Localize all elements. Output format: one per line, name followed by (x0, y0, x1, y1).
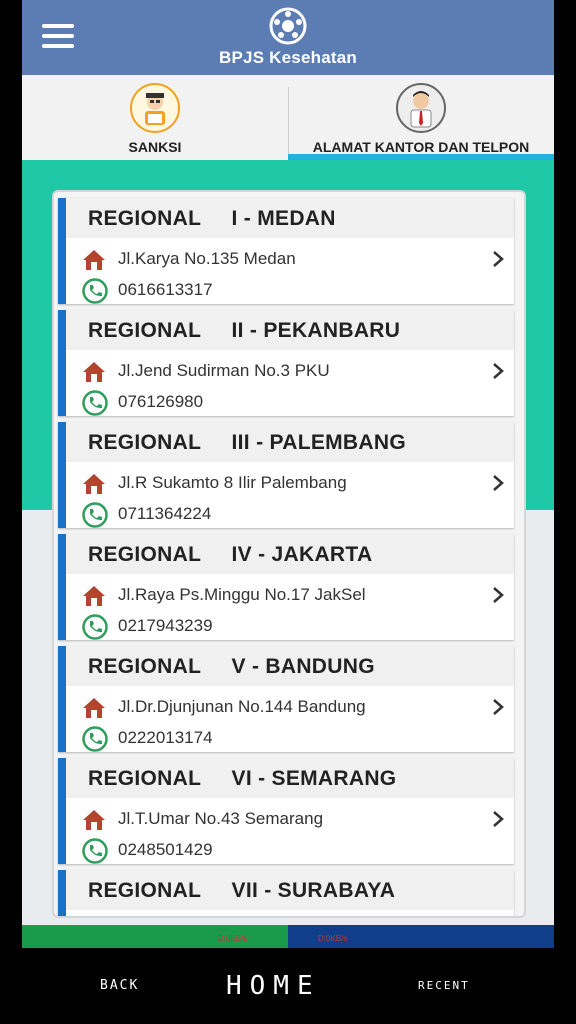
office-title: REGIONAL V - BANDUNG (88, 655, 375, 678)
sanksi-avatar-icon (130, 83, 180, 133)
phone-icon (82, 502, 108, 528)
chevron-right-icon[interactable] (492, 362, 504, 380)
home-button[interactable]: HOME (226, 948, 321, 1024)
card-accent-bar (58, 758, 66, 864)
house-icon (83, 250, 105, 270)
card-accent-bar (58, 534, 66, 640)
chevron-right-icon[interactable] (492, 698, 504, 716)
office-phone[interactable]: 0248501429 (118, 840, 213, 860)
office-address: Jl.Karya No.135 Medan (118, 249, 296, 268)
office-card-surabaya[interactable]: REGIONAL VII - SURABAYA (58, 870, 514, 916)
office-title: REGIONAL IV - JAKARTA (88, 543, 373, 566)
card-accent-bar (58, 646, 66, 752)
house-icon (83, 474, 105, 494)
card-accent-bar (58, 422, 66, 528)
office-card-bandung[interactable]: REGIONAL V - BANDUNG Jl.Dr.Djunjunan No.… (58, 646, 514, 752)
card-accent-bar (58, 310, 66, 416)
card-title-row: REGIONAL I - MEDAN (66, 198, 514, 238)
chevron-right-icon[interactable] (492, 474, 504, 492)
tab-alamat-label: ALAMAT KANTOR DAN TELPON (312, 139, 530, 155)
house-icon (83, 810, 105, 830)
back-button[interactable]: BACK (100, 948, 139, 1024)
phone-icon (82, 838, 108, 864)
card-title-row: REGIONAL III - PALEMBANG (66, 422, 514, 462)
office-phone[interactable]: 0217943239 (118, 616, 213, 636)
card-title-row: REGIONAL IV - JAKARTA (66, 534, 514, 574)
speed-indicator-left: D:0KB/s (218, 934, 248, 943)
phone-icon (82, 614, 108, 640)
recent-apps-button[interactable]: RECENT (418, 948, 470, 1024)
office-phone[interactable]: 0222013174 (118, 728, 213, 748)
tab-bar: SANKSI ALAMAT KANTOR DAN TELPON (22, 75, 554, 160)
app-window: BPJS Kesehatan SANKSI ALAMAT KANTOR DAN … (22, 0, 554, 948)
speed-indicator-right: D:0KB/s (318, 934, 348, 943)
office-list[interactable]: REGIONAL I - MEDAN Jl.Karya No.135 Medan… (52, 190, 526, 918)
bpjs-emblem-icon (269, 7, 307, 45)
office-address: Jl.Raya Ps.Minggu No.17 JakSel (118, 585, 366, 604)
house-icon (83, 586, 105, 606)
office-title: REGIONAL I - MEDAN (88, 207, 336, 230)
office-address: Jl.R Sukamto 8 Ilir Palembang (118, 473, 347, 492)
office-title: REGIONAL VII - SURABAYA (88, 879, 396, 902)
chevron-right-icon[interactable] (492, 250, 504, 268)
bpjs-logo: BPJS Kesehatan (22, 6, 554, 70)
office-person-avatar-icon (396, 83, 446, 133)
card-title-row: REGIONAL V - BANDUNG (66, 646, 514, 686)
brand-name: BPJS Kesehatan (219, 48, 357, 67)
office-title: REGIONAL II - PEKANBARU (88, 319, 401, 342)
chevron-right-icon[interactable] (492, 586, 504, 604)
office-address: Jl.Dr.Djunjunan No.144 Bandung (118, 697, 366, 716)
card-title-row: REGIONAL VII - SURABAYA (66, 870, 514, 910)
office-card-pekanbaru[interactable]: REGIONAL II - PEKANBARU Jl.Jend Sudirman… (58, 310, 514, 416)
system-nav-bar: BACK HOME RECENT (0, 948, 576, 1024)
card-accent-bar (58, 870, 66, 916)
phone-icon (82, 726, 108, 752)
office-card-jakarta[interactable]: REGIONAL IV - JAKARTA Jl.Raya Ps.Minggu … (58, 534, 514, 640)
card-title-row: REGIONAL VI - SEMARANG (66, 758, 514, 798)
tab-sanksi[interactable]: SANKSI (22, 75, 288, 160)
office-phone[interactable]: 0616613317 (118, 280, 213, 300)
bottom-strip-left (22, 925, 288, 948)
card-title-row: REGIONAL II - PEKANBARU (66, 310, 514, 350)
office-address: Jl.T.Umar No.43 Semarang (118, 809, 324, 828)
office-card-semarang[interactable]: REGIONAL VI - SEMARANG Jl.T.Umar No.43 S… (58, 758, 514, 864)
office-card-medan[interactable]: REGIONAL I - MEDAN Jl.Karya No.135 Medan… (58, 198, 514, 304)
office-phone[interactable]: 076126980 (118, 392, 203, 412)
house-icon (83, 362, 105, 382)
office-title: REGIONAL III - PALEMBANG (88, 431, 406, 454)
phone-icon (82, 278, 108, 304)
office-card-palembang[interactable]: REGIONAL III - PALEMBANG Jl.R Sukamto 8 … (58, 422, 514, 528)
phone-icon (82, 390, 108, 416)
office-title: REGIONAL VI - SEMARANG (88, 767, 397, 790)
house-icon (83, 698, 105, 718)
card-accent-bar (58, 198, 66, 304)
office-address: Jl.Jend Sudirman No.3 PKU (118, 361, 330, 380)
tab-sanksi-label: SANKSI (128, 139, 182, 155)
chevron-right-icon[interactable] (492, 810, 504, 828)
office-phone[interactable]: 0711364224 (118, 504, 211, 524)
app-header: BPJS Kesehatan (22, 0, 554, 75)
tab-alamat-kantor[interactable]: ALAMAT KANTOR DAN TELPON (288, 75, 554, 160)
